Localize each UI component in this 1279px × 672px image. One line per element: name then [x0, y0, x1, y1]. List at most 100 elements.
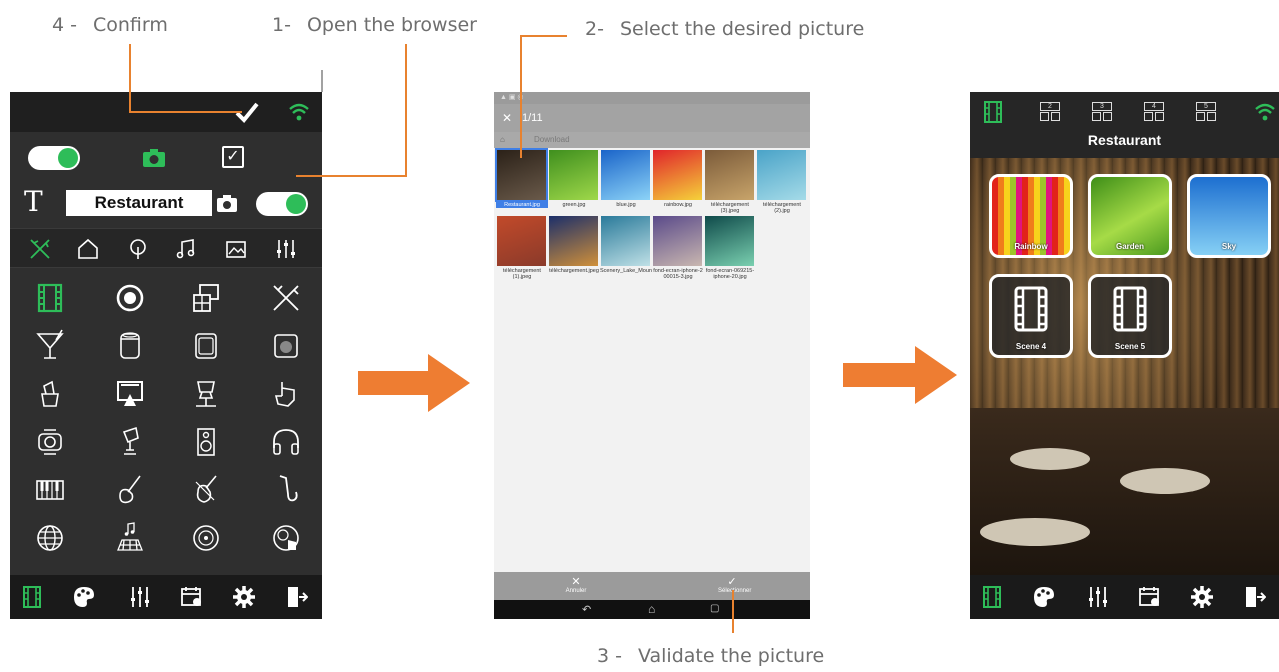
- flow-arrow-right-icon: [843, 346, 957, 404]
- step-2-label: 2- Select the desired picture: [585, 18, 864, 40]
- file-name: téléchargement (3).jpeg: [711, 202, 749, 214]
- scenes-icon[interactable]: [982, 100, 1004, 124]
- exit-icon[interactable]: [1242, 585, 1266, 609]
- exit-icon[interactable]: [284, 585, 308, 609]
- file-thumbnail[interactable]: [495, 148, 548, 202]
- file-thumbnail[interactable]: [601, 150, 650, 200]
- calendar-icon[interactable]: [1138, 585, 1162, 609]
- film-icon[interactable]: [30, 278, 70, 318]
- floor: [970, 408, 1279, 575]
- scene-tab[interactable]: 3: [1092, 102, 1112, 122]
- close-icon[interactable]: ✕: [502, 104, 512, 132]
- violin-icon[interactable]: [186, 470, 226, 510]
- scene-tile[interactable]: Garden: [1088, 174, 1172, 258]
- calendar-icon[interactable]: [180, 585, 204, 609]
- scene-tab-number: 5: [1196, 102, 1216, 111]
- file-thumbnail[interactable]: [705, 150, 754, 200]
- room-editor-screen: ✓ T Restaurant: [10, 92, 322, 619]
- step-text: Confirm: [92, 14, 168, 36]
- scene-tile[interactable]: Scene 5: [1088, 274, 1172, 358]
- tv-cabinet-icon[interactable]: [186, 326, 226, 366]
- scenes-icon[interactable]: [20, 585, 44, 609]
- guitar-icon[interactable]: [110, 470, 150, 510]
- scenes-icon[interactable]: [980, 585, 1004, 609]
- photo-background-toggle[interactable]: [256, 192, 308, 216]
- recents-icon[interactable]: ▢: [710, 603, 719, 614]
- vinyl-icon[interactable]: [186, 518, 226, 558]
- cancel-button[interactable]: ✕ Annuler: [562, 575, 590, 594]
- category-tab-bar: [10, 228, 322, 268]
- file-name: rainbow.jpg: [664, 202, 692, 208]
- back-icon[interactable]: ↶: [582, 603, 591, 616]
- room-title: Restaurant: [1087, 132, 1162, 148]
- breadcrumb-folder[interactable]: Download: [534, 132, 570, 148]
- file-thumbnail[interactable]: [705, 216, 754, 266]
- select-label: Sélectionner: [718, 588, 752, 594]
- target-icon[interactable]: [110, 278, 150, 318]
- step-text: Select the desired picture: [619, 18, 865, 40]
- globe-icon[interactable]: [30, 518, 70, 558]
- equalizer-icon[interactable]: [274, 237, 298, 261]
- select-button[interactable]: ✓ Sélectionner: [718, 575, 752, 594]
- file-thumbnail[interactable]: [549, 150, 598, 200]
- file-name: fond-ecran-iphone-2 00015-3.jpg: [653, 268, 703, 280]
- visibility-toggle[interactable]: [28, 146, 80, 170]
- room-background-image: Rainbow Garden Sky Scene 4 Scene 5: [970, 158, 1279, 575]
- projector-screen-icon[interactable]: [110, 374, 150, 414]
- lounge-icon[interactable]: [186, 374, 226, 414]
- spotlight-icon[interactable]: [110, 422, 150, 462]
- music-icon[interactable]: [174, 237, 198, 261]
- scene-tile[interactable]: Scene 4: [989, 274, 1073, 358]
- step-1-label: 1- Open the browser: [272, 14, 477, 36]
- piano-icon[interactable]: [30, 470, 70, 510]
- scene-tile[interactable]: Sky: [1187, 174, 1271, 258]
- camera-icon[interactable]: [216, 194, 238, 213]
- file-thumbnail[interactable]: [653, 216, 702, 266]
- home-icon[interactable]: ⌂: [648, 602, 655, 616]
- palette-icon[interactable]: [72, 585, 96, 609]
- file-thumbnail[interactable]: [497, 216, 546, 266]
- room-name-field[interactable]: Restaurant: [66, 190, 212, 216]
- bar-icon[interactable]: [28, 237, 52, 261]
- palette-icon[interactable]: [1032, 585, 1056, 609]
- step-3-label: 3 - Validate the picture: [597, 645, 824, 667]
- equalizer-icon[interactable]: [128, 585, 152, 609]
- file-thumbnail[interactable]: [757, 150, 806, 200]
- equalizer-icon[interactable]: [1086, 585, 1110, 609]
- file-thumbnail[interactable]: [549, 216, 598, 266]
- scene-tab[interactable]: 5: [1196, 102, 1216, 122]
- home-icon[interactable]: [76, 237, 100, 261]
- speaker-grill-icon[interactable]: [266, 326, 306, 366]
- table: [980, 518, 1090, 546]
- selection-counter: 1/11: [522, 112, 543, 124]
- film-icon: [1014, 286, 1048, 332]
- lamp-icon[interactable]: [30, 422, 70, 462]
- scene-tile[interactable]: Rainbow: [989, 174, 1073, 258]
- browser-action-bar: ✕ Annuler ✓ Sélectionner: [494, 572, 810, 600]
- speaker-icon[interactable]: [186, 422, 226, 462]
- scene-tab[interactable]: 2: [1040, 102, 1060, 122]
- file-thumbnail[interactable]: [653, 150, 702, 200]
- screens-icon[interactable]: [186, 278, 226, 318]
- dancefloor-icon[interactable]: [110, 518, 150, 558]
- tree-icon[interactable]: [126, 237, 150, 261]
- saxophone-icon[interactable]: [266, 470, 306, 510]
- dj-icon[interactable]: [266, 518, 306, 558]
- headphones-icon[interactable]: [266, 422, 306, 462]
- home-icon[interactable]: ⌂: [500, 132, 505, 148]
- hand-pointer-icon[interactable]: [266, 374, 306, 414]
- cylinder-icon[interactable]: [110, 326, 150, 366]
- settings-icon[interactable]: [232, 585, 256, 609]
- file-thumbnail[interactable]: [601, 216, 650, 266]
- enable-checkbox[interactable]: ✓: [222, 146, 244, 168]
- step-text: Validate the picture: [637, 645, 825, 667]
- check-icon: ✓: [727, 576, 737, 588]
- ice-cream-icon[interactable]: [30, 374, 70, 414]
- scene-tab[interactable]: 4: [1144, 102, 1164, 122]
- confirm-check-icon[interactable]: [234, 100, 260, 124]
- cocktail-icon[interactable]: [30, 326, 70, 366]
- file-name: Scenery_Lake_Mountains_Canada_Par...: [600, 268, 652, 274]
- settings-icon[interactable]: [1190, 585, 1214, 609]
- picture-icon[interactable]: [224, 237, 248, 261]
- bar-icon[interactable]: [266, 278, 306, 318]
